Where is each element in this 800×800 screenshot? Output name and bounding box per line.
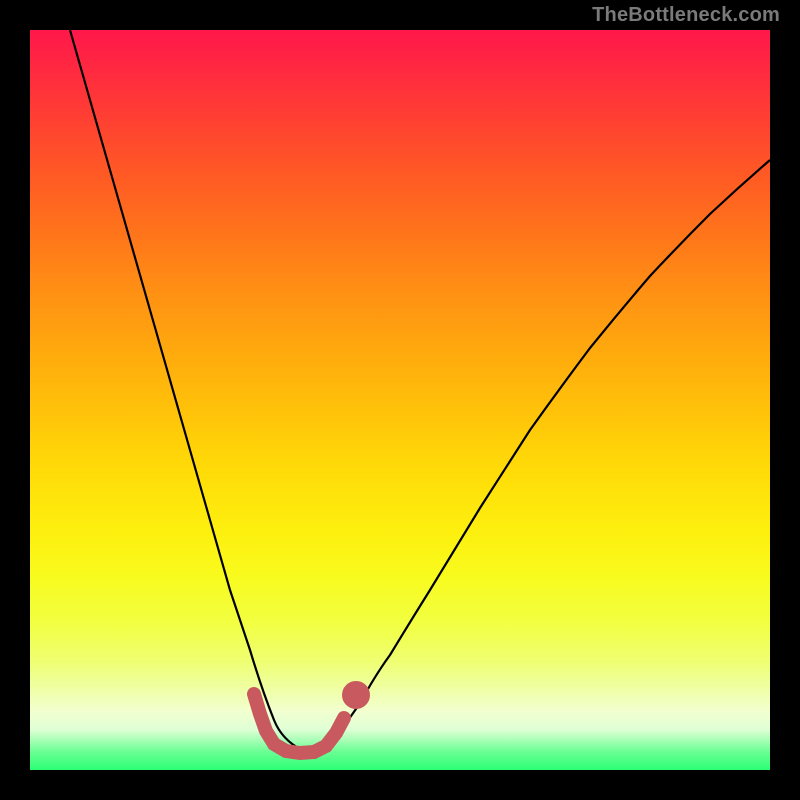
bottleneck-curve: [70, 30, 770, 751]
chart-svg: [30, 30, 770, 770]
highlight-band: [254, 688, 363, 753]
watermark-text: TheBottleneck.com: [592, 4, 780, 27]
plot-area: [30, 30, 770, 770]
